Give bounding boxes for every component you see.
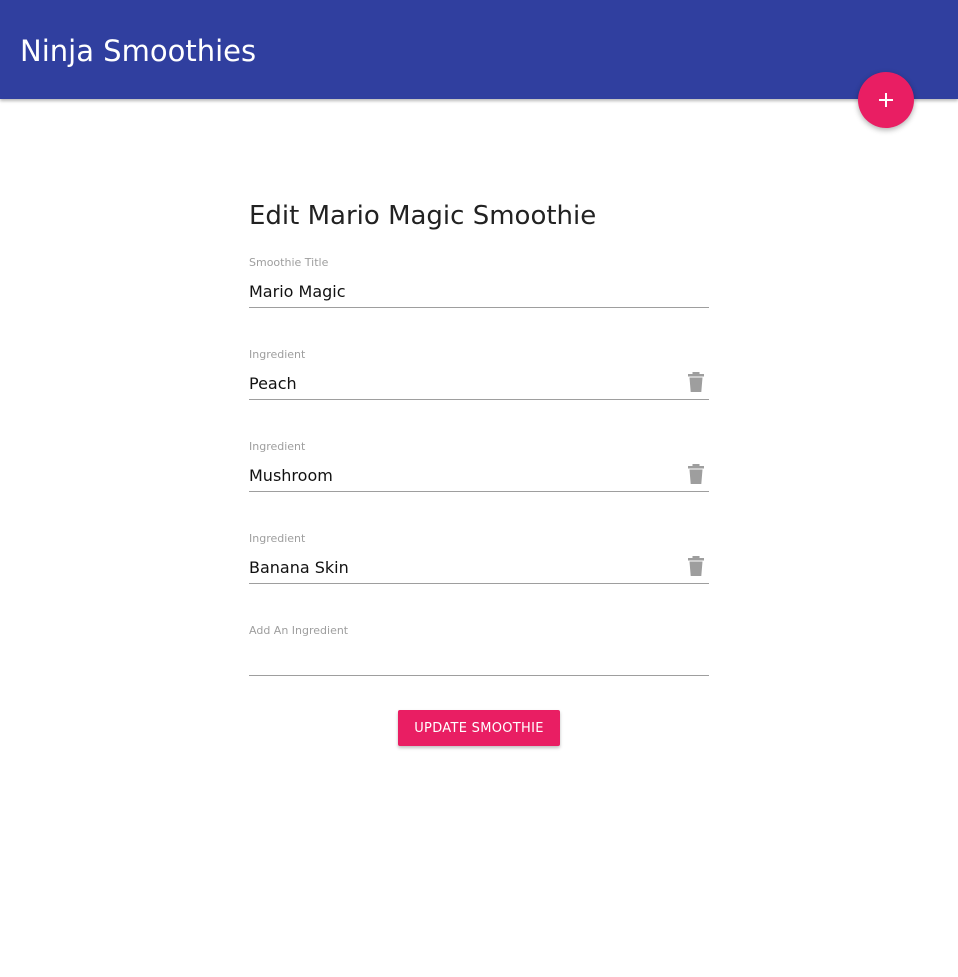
ingredient-input[interactable] (249, 370, 669, 396)
ingredient-input[interactable] (249, 462, 669, 488)
update-smoothie-button[interactable]: Update Smoothie (398, 710, 560, 746)
input-underline (249, 491, 709, 492)
ingredient-input[interactable] (249, 554, 669, 580)
trash-icon[interactable] (687, 556, 705, 576)
ingredient-field: Ingredient (249, 348, 709, 408)
input-underline (249, 583, 709, 584)
smoothie-title-label: Smoothie Title (249, 256, 329, 269)
add-ingredient-label: Add An Ingredient (249, 624, 349, 637)
page-title: Edit Mario Magic Smoothie (249, 201, 597, 231)
brand-logo[interactable]: Ninja Smoothies (20, 31, 256, 71)
add-smoothie-button[interactable] (858, 72, 914, 128)
trash-icon[interactable] (687, 372, 705, 392)
ingredient-field: Ingredient (249, 532, 709, 592)
input-underline (249, 675, 709, 676)
input-underline (249, 399, 709, 400)
smoothie-title-input[interactable] (249, 278, 669, 304)
ingredient-label: Ingredient (249, 532, 306, 545)
navbar: Ninja Smoothies (0, 0, 958, 99)
trash-icon[interactable] (687, 464, 705, 484)
add-ingredient-field: Add An Ingredient (249, 624, 709, 684)
ingredient-label: Ingredient (249, 348, 306, 361)
ingredient-label: Ingredient (249, 440, 306, 453)
smoothie-title-field: Smoothie Title (249, 256, 709, 316)
add-ingredient-input[interactable] (249, 646, 669, 672)
input-underline (249, 307, 709, 308)
ingredient-field: Ingredient (249, 440, 709, 500)
